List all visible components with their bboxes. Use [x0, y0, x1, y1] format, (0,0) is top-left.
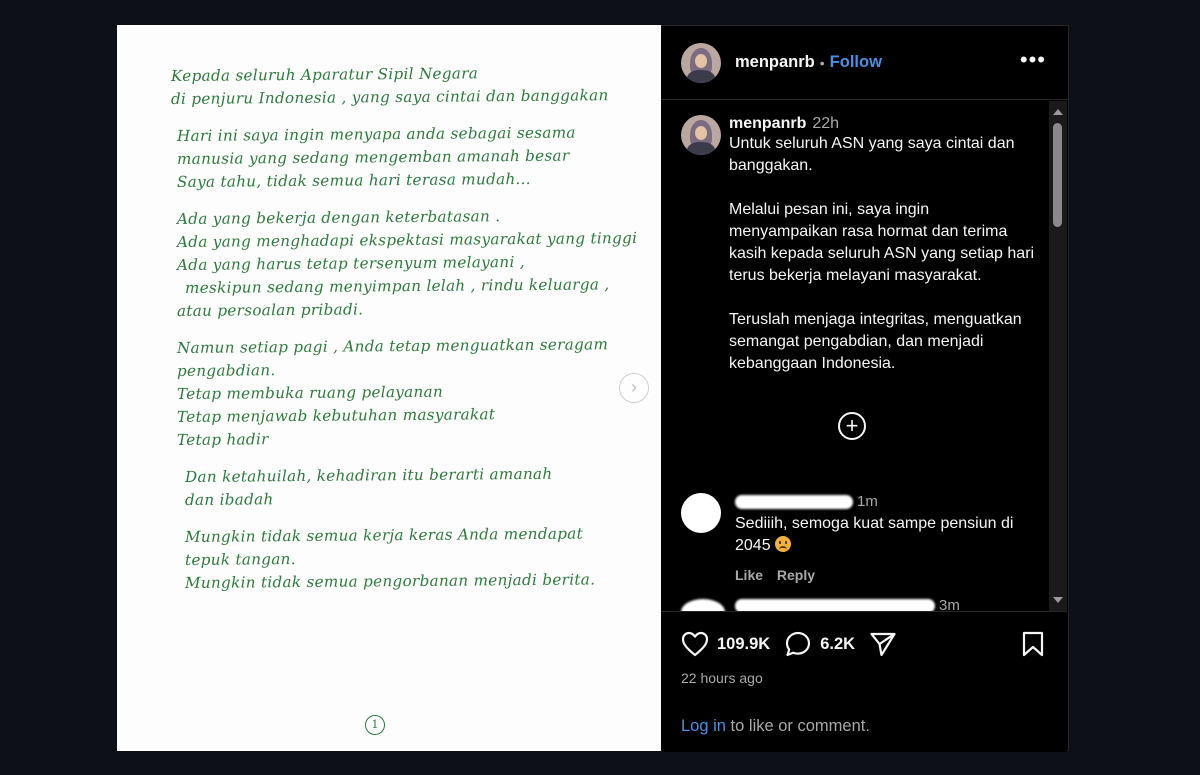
scrollbar[interactable] — [1049, 101, 1067, 611]
like-comment-button[interactable]: Like — [735, 567, 763, 583]
scroll-up-arrow-icon[interactable] — [1053, 109, 1063, 115]
comments-scroll-area[interactable]: menpanrb 22h Untuk seluruh ASN yang saya … — [661, 101, 1049, 611]
comment-count[interactable]: 6.2K — [820, 635, 855, 654]
separator-dot: • — [819, 54, 825, 71]
follow-button[interactable]: Follow — [830, 53, 882, 72]
letter-line: Saya tahu, tidak semua hari terasa mudah… — [176, 169, 531, 191]
caption-time: 22h — [812, 115, 840, 132]
scroll-thumb[interactable] — [1053, 123, 1062, 227]
post-actions: 109.9K 6.2K 22 hours ago Log in to like … — [661, 611, 1067, 752]
letter-line: atau persoalan pribadi. — [176, 300, 364, 320]
header-username[interactable]: menpanrb — [735, 53, 815, 72]
letter-line: di penjuru Indonesia , yang saya cintai … — [170, 86, 609, 108]
chevron-right-icon[interactable]: › — [619, 373, 649, 403]
heart-icon[interactable] — [681, 631, 709, 657]
post-header: menpanrb • Follow ••• — [661, 26, 1068, 100]
redacted-username[interactable] — [735, 598, 935, 611]
plus-circle-icon[interactable]: + — [838, 412, 866, 440]
comment-time: 3m — [939, 597, 960, 611]
more-icon[interactable]: ••• — [1020, 49, 1046, 71]
caption-text: Untuk seluruh ASN yang saya cintai dan b… — [729, 135, 1015, 174]
login-prompt: Log in to like or comment. — [681, 717, 870, 736]
letter-line: Mungkin tidak semua pengorbanan menjadi … — [184, 570, 596, 592]
redacted-username[interactable] — [735, 494, 853, 509]
caption-username[interactable]: menpanrb — [729, 115, 806, 132]
comment: 1m Sediiih, semoga kuat sampe pensiun di… — [681, 493, 1041, 583]
comment-time: 1m — [857, 493, 878, 510]
login-link[interactable]: Log in — [681, 717, 726, 735]
post-side-panel: menpanrb • Follow ••• menpanrb 22h Untuk … — [661, 25, 1069, 752]
like-count[interactable]: 109.9K — [717, 635, 770, 654]
post-image[interactable]: Kepada seluruh Aparatur Sipil Negara di … — [117, 25, 661, 751]
share-icon[interactable] — [869, 631, 897, 657]
handwritten-letter: Kepada seluruh Aparatur Sipil Negara di … — [170, 64, 641, 595]
letter-line: Tetap hadir — [176, 430, 269, 449]
post-timestamp: 22 hours ago — [681, 670, 763, 686]
login-prompt-text: to like or comment. — [725, 717, 870, 735]
scroll-down-arrow-icon[interactable] — [1053, 597, 1063, 603]
letter-line: dan ibadah — [184, 490, 274, 509]
sad-face-emoji-icon — [775, 536, 792, 552]
avatar[interactable] — [681, 115, 721, 155]
avatar[interactable] — [681, 599, 725, 611]
post-modal: Kepada seluruh Aparatur Sipil Negara di … — [117, 25, 1069, 752]
caption-text: Teruslah menjaga integritas, menguatkan … — [729, 311, 1022, 372]
comment: 3m — [681, 597, 1041, 611]
reply-button[interactable]: Reply — [777, 567, 815, 583]
page-number: 1 — [365, 715, 385, 735]
avatar[interactable] — [681, 42, 721, 83]
caption-text: Melalui pesan ini, saya ingin menyampaik… — [729, 201, 1035, 284]
avatar[interactable] — [681, 493, 721, 533]
bookmark-icon[interactable] — [1021, 630, 1045, 658]
caption: menpanrb 22h Untuk seluruh ASN yang saya … — [681, 115, 1041, 375]
comment-icon[interactable] — [784, 630, 812, 658]
